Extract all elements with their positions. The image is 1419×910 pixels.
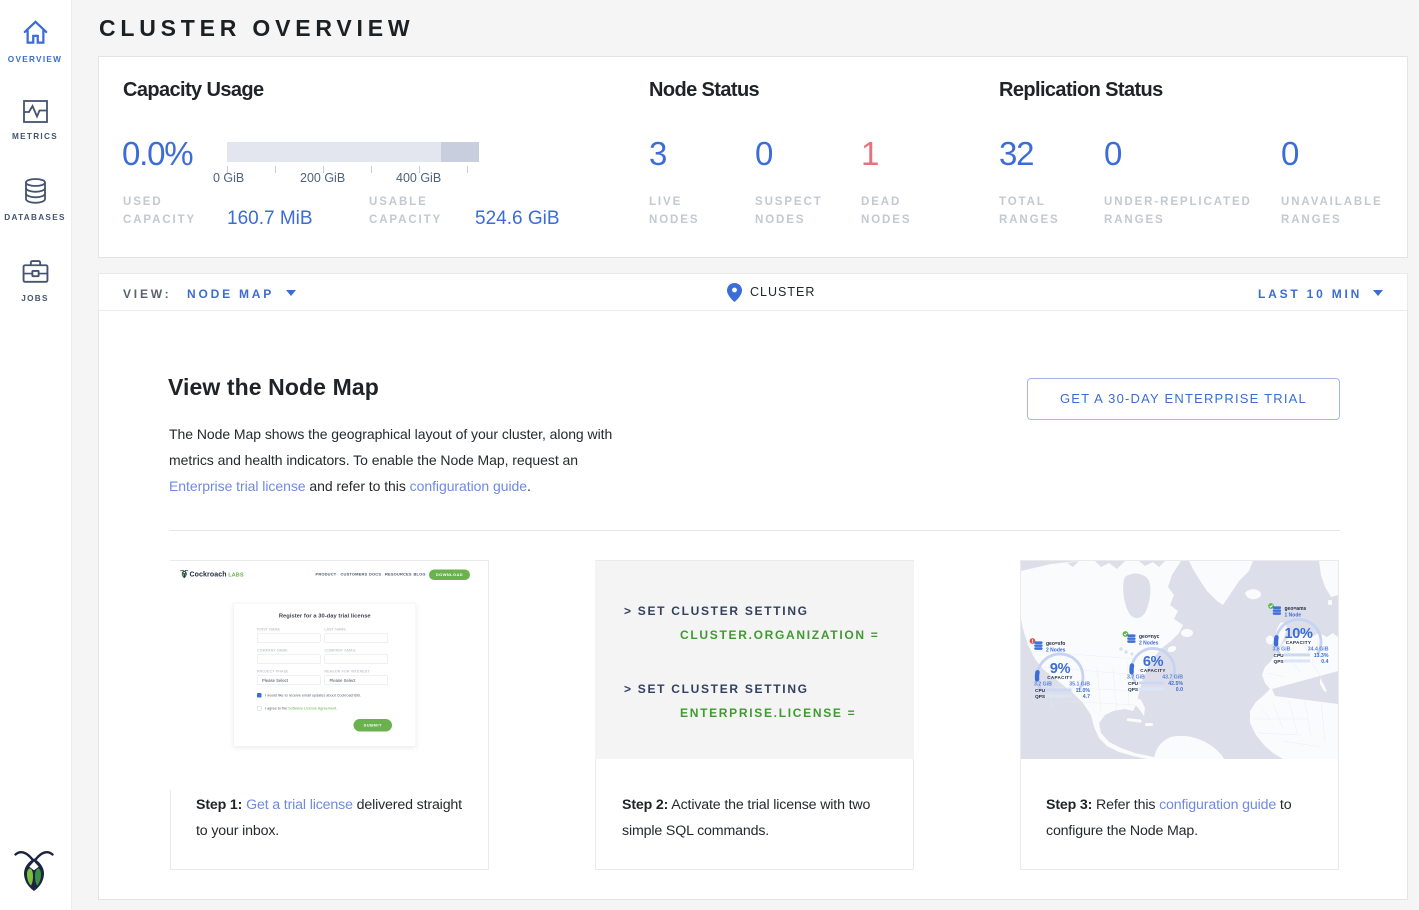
svg-text:CPU: CPU (1035, 688, 1046, 694)
svg-text:2 Nodes: 2 Nodes (1139, 640, 1159, 646)
svg-text:QPS: QPS (1035, 694, 1046, 700)
svg-text:CPU: CPU (1274, 653, 1285, 659)
svg-text:3.6 GiB: 3.6 GiB (1273, 647, 1291, 653)
svg-text:4.7: 4.7 (1083, 694, 1090, 700)
svg-text:0.4: 0.4 (1321, 659, 1328, 665)
svg-text:2 Nodes: 2 Nodes (1046, 647, 1066, 653)
svg-text:3.7 GiB: 3.7 GiB (1127, 675, 1145, 681)
svg-text:geo=sfo: geo=sfo (1046, 641, 1065, 647)
svg-text:34.4 GiB: 34.4 GiB (1308, 647, 1329, 653)
svg-text:CAPACITY: CAPACITY (1140, 668, 1166, 673)
svg-text:0.0: 0.0 (1176, 687, 1183, 693)
svg-text:43.7 GiB: 43.7 GiB (1162, 675, 1183, 681)
svg-text:3.2 GiB: 3.2 GiB (1034, 682, 1052, 688)
svg-text:geo=ams: geo=ams (1285, 606, 1307, 612)
svg-text:CAPACITY: CAPACITY (1286, 640, 1312, 645)
svg-text:1 Node: 1 Node (1285, 612, 1302, 618)
svg-text:35.1 GiB: 35.1 GiB (1069, 682, 1090, 688)
svg-text:CPU: CPU (1128, 681, 1139, 687)
svg-text:QPS: QPS (1128, 687, 1139, 693)
svg-text:CAPACITY: CAPACITY (1047, 675, 1073, 680)
svg-text:geo=nyc: geo=nyc (1139, 634, 1160, 640)
svg-text:QPS: QPS (1274, 659, 1285, 665)
